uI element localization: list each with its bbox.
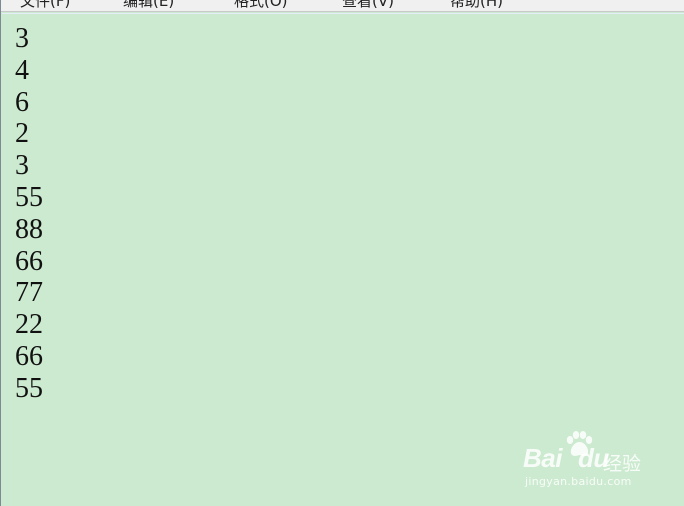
watermark-cn-text: 经验 [603, 453, 642, 475]
baidu-jingyan-watermark: Bai du 经验 jingyan.baidu.com [523, 429, 673, 495]
text-line: 77 [15, 277, 43, 309]
menu-bar: 文件(F) 编辑(E) 格式(O) 查看(V) 帮助(H) [1, 0, 684, 12]
text-line: 55 [15, 372, 43, 404]
text-line: 2 [15, 118, 29, 150]
text-line: 6 [15, 86, 29, 118]
text-line: 3 [15, 150, 29, 182]
menu-view[interactable]: 查看(V) [339, 0, 397, 11]
notepad-window: 文件(F) 编辑(E) 格式(O) 查看(V) 帮助(H) 3 4 6 2 3 … [0, 0, 684, 506]
text-line: 66 [15, 245, 43, 277]
text-line: 22 [15, 309, 43, 341]
text-line: 4 [15, 54, 29, 86]
text-line: 88 [15, 213, 43, 245]
text-editor-area[interactable]: 3 4 6 2 3 55 88 66 77 22 66 55 Bai du 经验… [2, 13, 684, 506]
text-line: 66 [15, 340, 43, 372]
text-line: 3 [15, 23, 29, 54]
text-line: 55 [15, 181, 43, 213]
baidu-paw-icon [566, 431, 593, 456]
menu-help[interactable]: 帮助(H) [447, 0, 506, 11]
menu-edit[interactable]: 编辑(E) [120, 0, 177, 11]
text-lines: 3 4 6 2 3 55 88 66 77 22 66 55 [15, 23, 43, 405]
menu-format[interactable]: 格式(O) [231, 0, 291, 11]
watermark-url: jingyan.baidu.com [525, 475, 632, 488]
menu-file[interactable]: 文件(F) [17, 0, 73, 11]
